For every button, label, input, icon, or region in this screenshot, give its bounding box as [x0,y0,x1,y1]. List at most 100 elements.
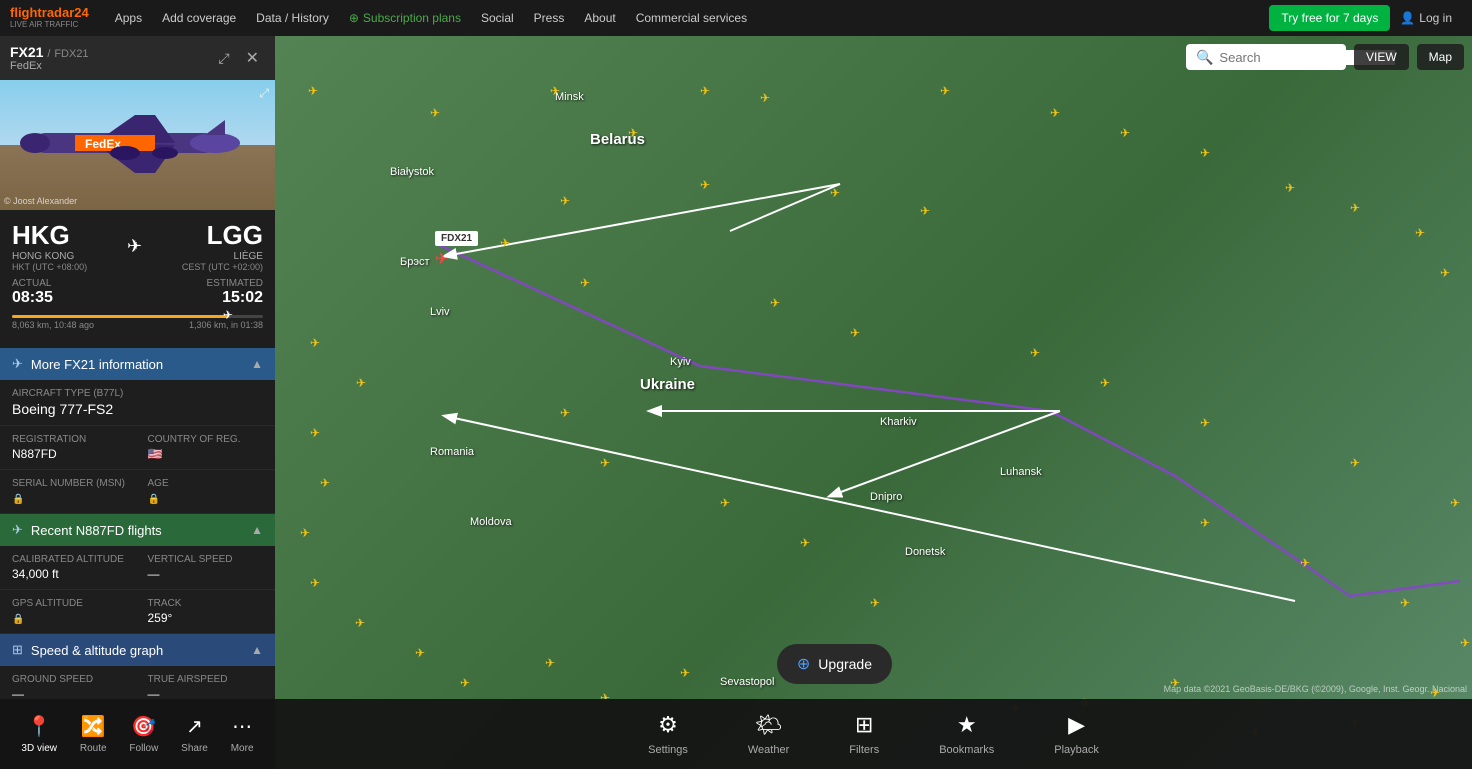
nav-subscription[interactable]: ⊕ Subscription plans [339,0,471,36]
aircraft-22[interactable]: ✈ [415,646,425,660]
aircraft-35[interactable]: ✈ [770,296,780,310]
image-expand-icon[interactable]: ⤢ [259,86,269,101]
map-button[interactable]: Map [1417,44,1464,70]
aircraft-5[interactable]: ✈ [700,84,710,98]
aircraft-42[interactable]: ✈ [870,596,880,610]
progress-fill [12,315,228,318]
view-button[interactable]: VIEW [1354,44,1409,70]
speed-graph-section[interactable]: ⊞ Speed & altitude graph ▲ [0,634,275,666]
moldova-label: Moldova [470,516,512,528]
more-button[interactable]: ⋯ More [221,706,264,762]
aircraft-39[interactable]: ✈ [600,456,610,470]
weather-label: Weather [748,744,789,756]
aircraft-14[interactable]: ✈ [1440,266,1450,280]
settings-button[interactable]: ⚙ Settings [633,704,703,764]
follow-button[interactable]: 🎯 Follow [119,706,168,762]
route-button[interactable]: 🔀 Route [70,706,117,762]
aircraft-4[interactable]: ✈ [628,126,638,140]
track-value: 259° [148,611,264,625]
aircraft-12[interactable]: ✈ [1350,201,1360,215]
logo[interactable]: flightradar24 LIVE AIR TRAFFIC [10,6,89,29]
aircraft-49[interactable]: ✈ [1350,456,1360,470]
weather-button[interactable]: 🌤 Weather [733,704,804,764]
aircraft-54[interactable]: ✈ [920,204,930,218]
aircraft-36[interactable]: ✈ [850,326,860,340]
recent-flights-section[interactable]: ✈ Recent N887FD flights ▲ [0,514,275,546]
aircraft-2[interactable]: ✈ [430,106,440,120]
aircraft-11[interactable]: ✈ [1285,181,1295,195]
nav-commercial[interactable]: Commercial services [626,0,757,36]
origin-tz: HKT (UTC +08:00) [12,262,87,272]
aircraft-20[interactable]: ✈ [310,576,320,590]
aircraft-52[interactable]: ✈ [700,178,710,192]
search-box[interactable]: 🔍 [1186,44,1346,70]
aircraft-24[interactable]: ✈ [545,656,555,670]
progress-bar: ✈ 8,063 km, 10:48 ago 1,306 km, in 01:38 [12,315,263,330]
login-button[interactable]: 👤 Log in [1390,11,1462,25]
3d-view-icon: 📍 [27,714,52,739]
aircraft-40[interactable]: ✈ [720,496,730,510]
share-button[interactable]: ↗ Share [171,706,218,762]
bottom-bar: 📍 3D view 🔀 Route 🎯 Follow ↗ Share ⋯ Mor… [0,699,1472,769]
3d-view-button[interactable]: 📍 3D view [11,706,67,762]
cal-alt-value: 34,000 ft [12,567,128,581]
aircraft-51[interactable]: ✈ [560,194,570,208]
settings-label: Settings [648,744,688,756]
expand-button[interactable]: ⤢ [212,46,235,70]
aircraft-21[interactable]: ✈ [355,616,365,630]
aircraft-1[interactable]: ✈ [308,84,318,98]
nav-addcoverage[interactable]: Add coverage [152,0,246,36]
aircraft-15[interactable]: ✈ [310,336,320,350]
aircraft-46[interactable]: ✈ [1460,636,1470,650]
more-info-section[interactable]: ✈ More FX21 information ▲ [0,348,275,380]
aircraft-48[interactable]: ✈ [1200,416,1210,430]
aircraft-38[interactable]: ✈ [560,406,570,420]
close-button[interactable]: ✕ [240,46,265,70]
aircraft-33[interactable]: ✈ [500,236,510,250]
aircraft-23[interactable]: ✈ [460,676,470,690]
aircraft-13[interactable]: ✈ [1415,226,1425,240]
aircraft-10[interactable]: ✈ [1200,146,1210,160]
aircraft-18[interactable]: ✈ [320,476,330,490]
aircraft-37[interactable]: ✈ [1030,346,1040,360]
aircraft-34[interactable]: ✈ [580,276,590,290]
aircraft-9[interactable]: ✈ [1120,126,1130,140]
bookmarks-button[interactable]: ★ Bookmarks [924,704,1009,764]
nav-press[interactable]: Press [524,0,575,36]
aircraft-19[interactable]: ✈ [300,526,310,540]
aircraft-17[interactable]: ✈ [310,426,320,440]
aircraft-47[interactable]: ✈ [1100,376,1110,390]
upgrade-button[interactable]: ⊕ Upgrade [777,644,892,684]
aircraft-44[interactable]: ✈ [1300,556,1310,570]
aircraft-26[interactable]: ✈ [680,666,690,680]
aircraft-3[interactable]: ✈ [550,84,560,98]
aircraft-7[interactable]: ✈ [940,84,950,98]
aircraft-41[interactable]: ✈ [800,536,810,550]
filters-button[interactable]: ⊞ Filters [834,704,894,764]
dest-name: LIÈGE [182,251,263,262]
fdx21-flight-marker[interactable]: FDX21 ✈ [435,231,478,269]
playback-button[interactable]: ▶ Playback [1039,704,1114,764]
aircraft-45[interactable]: ✈ [1400,596,1410,610]
more-info-label: More FX21 information [31,357,163,372]
aircraft-50[interactable]: ✈ [1450,496,1460,510]
aircraft-6[interactable]: ✈ [760,91,770,105]
aircraft-type-label: AIRCRAFT TYPE (B77L) [12,388,263,399]
aircraft-43[interactable]: ✈ [1200,516,1210,530]
kharkiv-label: Kharkiv [880,416,917,428]
country-label: COUNTRY OF REG. [148,434,264,445]
nav-social[interactable]: Social [471,0,524,36]
aircraft-53[interactable]: ✈ [830,186,840,200]
filters-icon: ⊞ [855,712,873,738]
nav-about[interactable]: About [574,0,625,36]
try-free-button[interactable]: Try free for 7 days [1269,5,1390,31]
speed-graph-icon: ⊞ [12,642,23,658]
dnipro-label: Dnipro [870,491,902,503]
flight-id: FX21 / FDX21 [10,44,89,60]
flag-icon: 🇺🇸 [148,447,163,461]
nav-apps[interactable]: Apps [105,0,152,36]
nav-data[interactable]: Data / History [246,0,339,36]
aircraft-16[interactable]: ✈ [356,376,366,390]
weather-icon: 🌤 [755,712,783,738]
aircraft-8[interactable]: ✈ [1050,106,1060,120]
